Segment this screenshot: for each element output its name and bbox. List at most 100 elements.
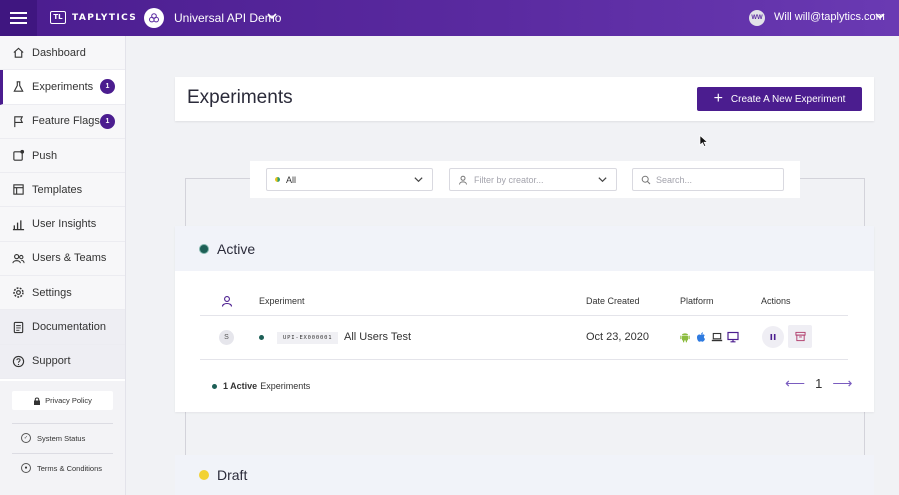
section-title: Draft xyxy=(217,467,248,483)
user-icon xyxy=(459,175,467,185)
home-icon xyxy=(11,46,25,60)
sidebar-item-label: Templates xyxy=(32,183,83,196)
experiment-name-link[interactable]: All Users Test xyxy=(344,331,411,343)
next-page-arrow-icon[interactable]: ⟶ xyxy=(832,375,852,392)
android-icon xyxy=(680,333,690,343)
chevron-down-icon[interactable] xyxy=(874,10,886,22)
prev-page-arrow-icon[interactable]: ⟵ xyxy=(785,375,805,392)
sidebar-item-label: Push xyxy=(32,149,58,162)
status-dot-icon xyxy=(275,177,280,182)
info-circle-icon: ● xyxy=(21,463,31,473)
creator-filter-placeholder: Filter by creator... xyxy=(474,174,544,185)
flask-icon xyxy=(11,80,25,94)
sidebar-item-label: Users & Teams xyxy=(32,252,107,265)
sidebar-item-label: Feature Flags xyxy=(32,115,100,128)
divider xyxy=(12,423,113,424)
active-status-dot xyxy=(199,243,209,254)
sidebar-item-dashboard[interactable]: Dashboard xyxy=(0,36,125,71)
pagination: ⟵ 1 ⟶ xyxy=(785,375,852,392)
archive-icon xyxy=(794,331,806,342)
sidebar-item-templates[interactable]: Templates xyxy=(0,173,125,208)
sidebar: Dashboard Experiments 1 Feature Flags 1 … xyxy=(0,36,126,495)
column-header-experiment[interactable]: Experiment xyxy=(259,296,305,306)
create-experiment-button[interactable]: + Create A New Experiment xyxy=(697,87,862,111)
gear-icon xyxy=(11,286,25,300)
search-icon xyxy=(641,175,651,184)
terms-link[interactable]: ● Terms & Conditions xyxy=(21,463,102,473)
sidebar-item-user-insights[interactable]: User Insights xyxy=(0,207,125,242)
section-title: Active xyxy=(217,240,256,257)
platform-icons xyxy=(679,331,739,343)
active-experiments-section: Active Experiment Date Created Platform … xyxy=(175,226,874,412)
divider xyxy=(12,453,113,454)
draft-experiments-section[interactable]: Draft xyxy=(175,455,874,495)
top-bar: TL TAPLYTICS Universal API Demo WW Will … xyxy=(0,0,899,36)
creator-column-icon xyxy=(221,296,233,307)
hamburger-line xyxy=(10,22,27,24)
sidebar-item-label: Documentation xyxy=(32,321,106,334)
create-experiment-label: Create A New Experiment xyxy=(730,93,846,105)
filter-bar: All Filter by creator... Search... xyxy=(250,161,800,198)
count-badge: 1 xyxy=(100,79,115,95)
apple-icon xyxy=(696,332,705,342)
laptop-icon xyxy=(711,332,723,342)
plus-icon: + xyxy=(713,90,723,107)
chevron-down-icon xyxy=(414,177,423,183)
sidebar-item-label: Dashboard xyxy=(32,46,86,59)
sidebar-item-documentation[interactable]: Documentation xyxy=(0,310,125,345)
check-circle-icon: ✓ xyxy=(21,433,31,443)
doc-icon xyxy=(11,320,25,334)
brand-logo[interactable]: TL TAPLYTICS xyxy=(50,11,137,24)
experiment-count: 1 Active Experiments xyxy=(212,381,310,391)
project-icon[interactable] xyxy=(144,8,164,28)
column-header-platform: Platform xyxy=(680,296,714,306)
privacy-policy-button[interactable]: Privacy Policy xyxy=(12,391,113,410)
sidebar-item-feature-flags[interactable]: Feature Flags 1 xyxy=(0,104,125,139)
chevron-down-icon xyxy=(598,177,607,183)
sidebar-item-support[interactable]: Support xyxy=(0,344,125,379)
pause-icon xyxy=(770,334,776,340)
draft-status-dot xyxy=(199,470,209,480)
sidebar-footer: Privacy Policy ✓ System Status ● Terms &… xyxy=(0,381,125,495)
search-placeholder: Search... xyxy=(656,174,693,185)
sidebar-item-experiments[interactable]: Experiments 1 xyxy=(0,70,125,105)
menu-toggle-button[interactable] xyxy=(0,0,37,36)
help-icon xyxy=(11,354,25,368)
user-menu[interactable]: Will will@taplytics.com xyxy=(774,11,885,23)
search-input[interactable]: Search... xyxy=(632,168,784,191)
count-badge: 1 xyxy=(100,113,115,129)
archive-button[interactable] xyxy=(788,325,812,348)
count-label: Experiments xyxy=(260,381,311,391)
status-filter-select[interactable]: All xyxy=(266,168,433,191)
chart-icon xyxy=(11,217,25,231)
creator-avatar: S xyxy=(219,330,234,345)
lock-icon xyxy=(34,397,41,405)
column-header-date[interactable]: Date Created xyxy=(586,296,640,306)
creator-filter-select[interactable]: Filter by creator... xyxy=(449,168,617,191)
mouse-cursor-icon xyxy=(699,135,709,147)
page-title: Experiments xyxy=(187,87,293,108)
system-status-label: System Status xyxy=(37,433,86,443)
sidebar-item-settings[interactable]: Settings xyxy=(0,276,125,311)
terms-label: Terms & Conditions xyxy=(37,463,103,473)
privacy-policy-label: Privacy Policy xyxy=(45,396,92,405)
sidebar-item-push[interactable]: Push xyxy=(0,138,125,174)
sidebar-item-label: Experiments xyxy=(32,80,94,93)
push-icon xyxy=(11,149,25,163)
sidebar-item-users-teams[interactable]: Users & Teams xyxy=(0,241,125,277)
sidebar-item-label: Settings xyxy=(32,286,72,299)
user-avatar[interactable]: WW xyxy=(749,10,765,26)
section-header[interactable]: Active xyxy=(175,226,874,271)
users-icon xyxy=(11,251,25,265)
chevron-down-icon[interactable] xyxy=(266,10,278,22)
status-dot xyxy=(212,383,217,389)
hamburger-line xyxy=(10,17,27,19)
desktop-icon xyxy=(727,331,739,343)
experiment-id-badge: UPI-EX000001 xyxy=(277,332,339,344)
system-status-link[interactable]: ✓ System Status xyxy=(21,433,85,443)
hamburger-line xyxy=(10,12,27,14)
pause-button[interactable] xyxy=(762,326,784,348)
current-page: 1 xyxy=(815,376,823,391)
flag-icon xyxy=(11,114,25,128)
status-filter-value: All xyxy=(286,174,297,185)
